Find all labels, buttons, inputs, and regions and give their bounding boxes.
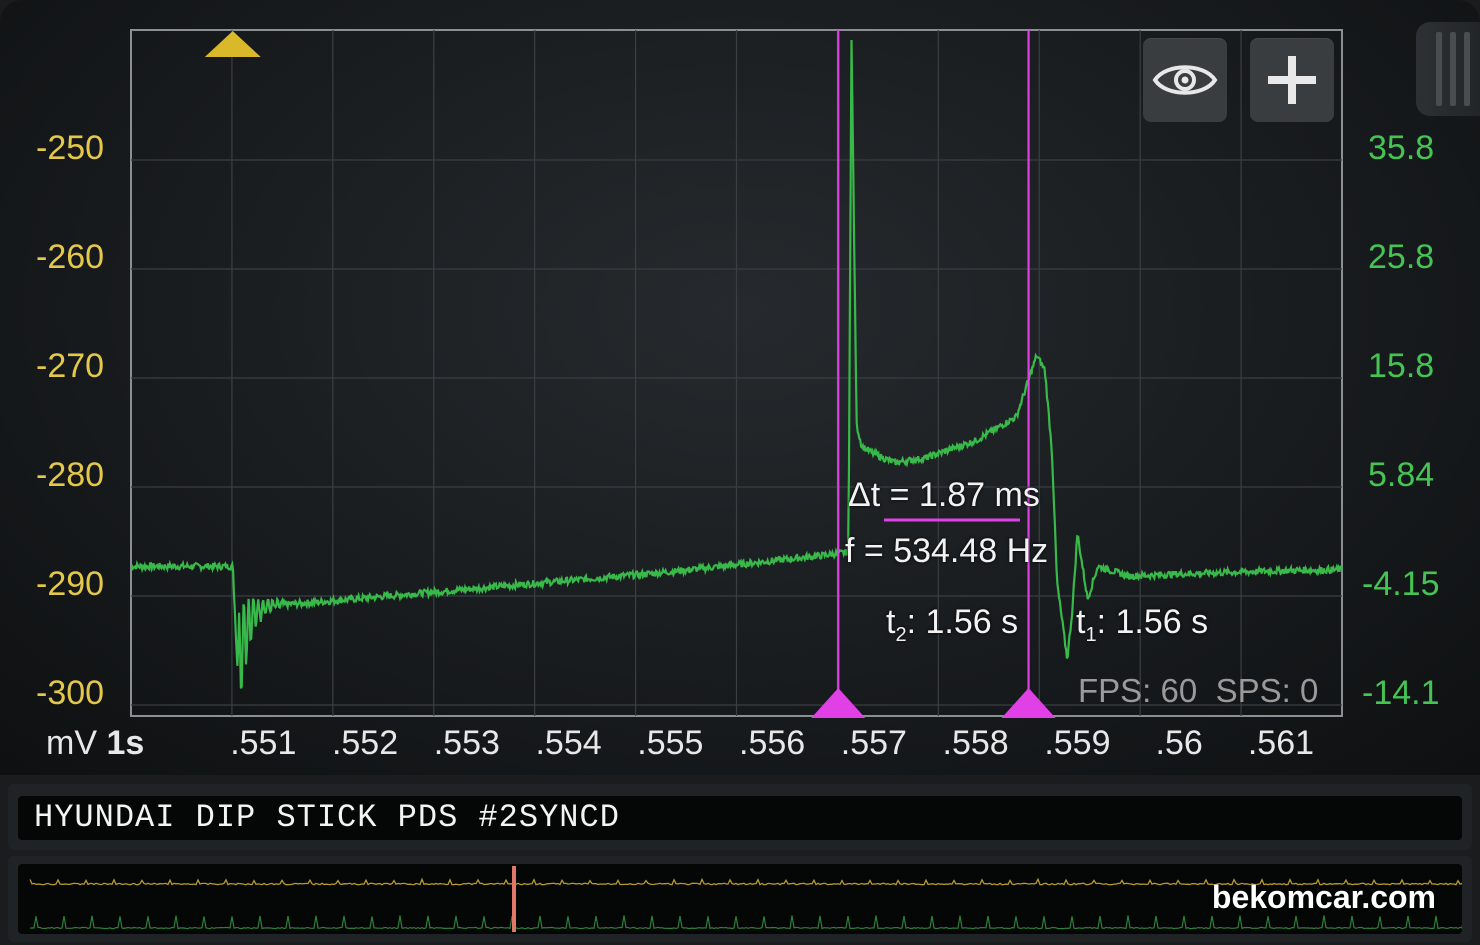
unit-label[interactable]: mV 1s bbox=[46, 724, 144, 763]
overview-track[interactable]: bekomcar.com bbox=[18, 864, 1462, 934]
t2-subscript: 2 bbox=[895, 623, 907, 646]
title-bar: HYUNDAI DIP STICK PDS #2SYNCD bbox=[8, 784, 1472, 850]
title-field[interactable]: HYUNDAI DIP STICK PDS #2SYNCD bbox=[18, 796, 1462, 840]
x-tick-label: .552 bbox=[331, 724, 399, 762]
right-tick-label: 15.8 bbox=[1368, 347, 1435, 385]
right-tick-label: 35.8 bbox=[1368, 129, 1435, 167]
add-button[interactable] bbox=[1250, 38, 1334, 122]
left-tick-label: -300 bbox=[36, 674, 105, 712]
trigger-marker bbox=[204, 31, 261, 57]
cursor-t2-handle bbox=[811, 688, 866, 718]
plus-icon bbox=[1268, 56, 1316, 104]
timebase-label[interactable]: 1s bbox=[106, 724, 144, 762]
eye-icon bbox=[1152, 65, 1218, 95]
right-tick-label: -4.15 bbox=[1362, 565, 1440, 603]
delta-t-readout: Δt = 1.87 ms bbox=[848, 476, 1040, 514]
overview-strip[interactable]: bekomcar.com bbox=[8, 856, 1472, 942]
x-tick-label: .555 bbox=[637, 724, 704, 762]
left-tick-label: -290 bbox=[36, 565, 105, 603]
t2-value: 1.56 s bbox=[925, 603, 1019, 641]
left-tick-label: -270 bbox=[36, 347, 105, 385]
unit-mv: mV bbox=[46, 724, 97, 762]
eye-button[interactable] bbox=[1143, 38, 1227, 122]
t1-value: 1.56 s bbox=[1115, 603, 1209, 641]
x-tick-label: .556 bbox=[739, 724, 806, 762]
fps-value: FPS: 60 bbox=[1078, 672, 1198, 709]
left-tick-label: -250 bbox=[36, 129, 105, 167]
left-tick-label: -280 bbox=[36, 456, 105, 494]
t1-readout: t1: 1.56 s bbox=[1076, 603, 1209, 646]
markers bbox=[204, 31, 261, 57]
x-tick-label: .554 bbox=[535, 724, 602, 762]
waveform-title: HYUNDAI DIP STICK PDS #2SYNCD bbox=[34, 799, 620, 836]
overview-position-marker bbox=[512, 866, 516, 932]
right-tick-label: -14.1 bbox=[1362, 674, 1440, 712]
right-tick-label: 5.84 bbox=[1368, 456, 1435, 494]
overview-trace-green bbox=[29, 915, 1462, 930]
right-tick-label: 25.8 bbox=[1368, 238, 1435, 276]
x-tick-label: .557 bbox=[840, 724, 907, 762]
sps-value: SPS: 0 bbox=[1215, 672, 1319, 709]
t1-subscript: 1 bbox=[1085, 623, 1097, 646]
left-tick-label: -260 bbox=[36, 238, 105, 276]
x-tick-label: .56 bbox=[1155, 724, 1203, 762]
side-panel-handle[interactable] bbox=[1416, 22, 1480, 116]
cursor-t1-handle bbox=[1001, 688, 1056, 718]
x-tick-label: .561 bbox=[1247, 724, 1315, 762]
x-tick-label: .558 bbox=[942, 724, 1009, 762]
watermark: bekomcar.com bbox=[1211, 879, 1436, 915]
x-tick-label: .559 bbox=[1044, 724, 1111, 762]
x-tick-label: .553 bbox=[433, 724, 500, 762]
frequency-readout: f = 534.48 Hz bbox=[845, 532, 1049, 570]
x-tick-label: .551 bbox=[230, 724, 297, 762]
t2-readout: t2: 1.56 s bbox=[886, 603, 1019, 646]
fps-sps-readout: FPS: 60 SPS: 0 bbox=[1078, 672, 1318, 710]
